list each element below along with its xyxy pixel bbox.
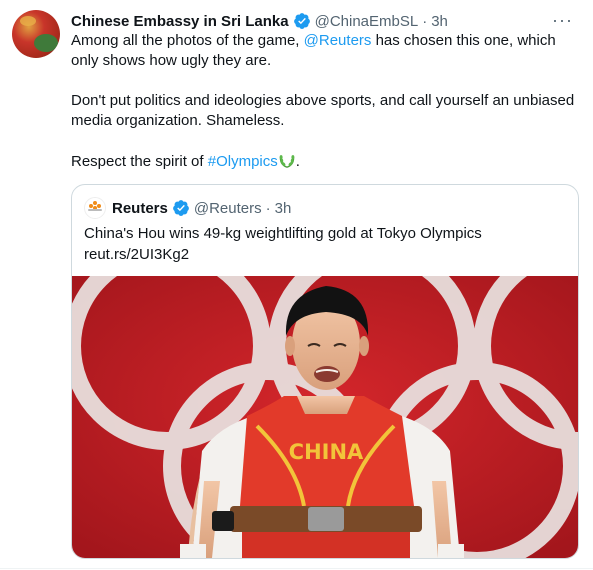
tweet-header: Chinese Embassy in Sri Lanka @ChinaEmbSL… bbox=[71, 11, 448, 31]
avatar-foliage bbox=[34, 34, 58, 52]
tweet-timestamp[interactable]: 3h bbox=[431, 13, 448, 30]
hashtag-link[interactable]: #Olympics bbox=[208, 153, 278, 170]
quoted-tweet-header: Reuters @Reuters · 3h bbox=[84, 197, 292, 219]
quoted-link[interactable]: reut.rs/2UI3Kg2 bbox=[84, 244, 482, 265]
avatar[interactable] bbox=[12, 10, 60, 58]
quoted-author-handle[interactable]: @Reuters bbox=[194, 200, 262, 217]
author-name[interactable]: Chinese Embassy in Sri Lanka bbox=[71, 13, 289, 30]
verified-badge-icon bbox=[172, 200, 189, 216]
jersey-text: CHINA bbox=[289, 440, 364, 464]
tweet-text-segment: Respect the spirit of bbox=[71, 153, 208, 170]
tweet-paragraph-1: Among all the photos of the game, @Reute… bbox=[71, 31, 576, 71]
laurel-wreath-icon bbox=[279, 155, 295, 168]
quoted-tweet-timestamp[interactable]: 3h bbox=[275, 200, 292, 217]
quoted-tweet-photo[interactable]: CHINA bbox=[72, 276, 578, 558]
tweet-body: Among all the photos of the game, @Reute… bbox=[71, 31, 576, 172]
quoted-headline: China's Hou wins 49-kg weightlifting gol… bbox=[84, 225, 482, 242]
separator-dot: · bbox=[265, 199, 271, 217]
reuters-logo-icon[interactable] bbox=[84, 197, 106, 219]
separator-dot: · bbox=[422, 12, 428, 30]
avatar-highlight bbox=[20, 16, 36, 26]
quoted-tweet-card[interactable]: Reuters @Reuters · 3h China's Hou wins 4… bbox=[71, 184, 579, 559]
mention-link[interactable]: @Reuters bbox=[304, 32, 372, 49]
tweet-text-segment: . bbox=[295, 153, 300, 170]
tweet-text-segment: Among all the photos of the game, bbox=[71, 32, 304, 49]
quoted-author-name[interactable]: Reuters bbox=[112, 200, 168, 217]
quoted-tweet-body: China's Hou wins 49-kg weightlifting gol… bbox=[84, 223, 482, 265]
author-handle[interactable]: @ChinaEmbSL bbox=[315, 13, 419, 30]
more-options-icon[interactable]: ··· bbox=[552, 10, 573, 31]
divider bbox=[0, 568, 593, 569]
tweet-paragraph-2: Don't put politics and ideologies above … bbox=[71, 92, 575, 129]
tweet-paragraph-3: Respect the spirit of #Olympics . bbox=[71, 151, 576, 172]
verified-badge-icon bbox=[293, 13, 310, 29]
